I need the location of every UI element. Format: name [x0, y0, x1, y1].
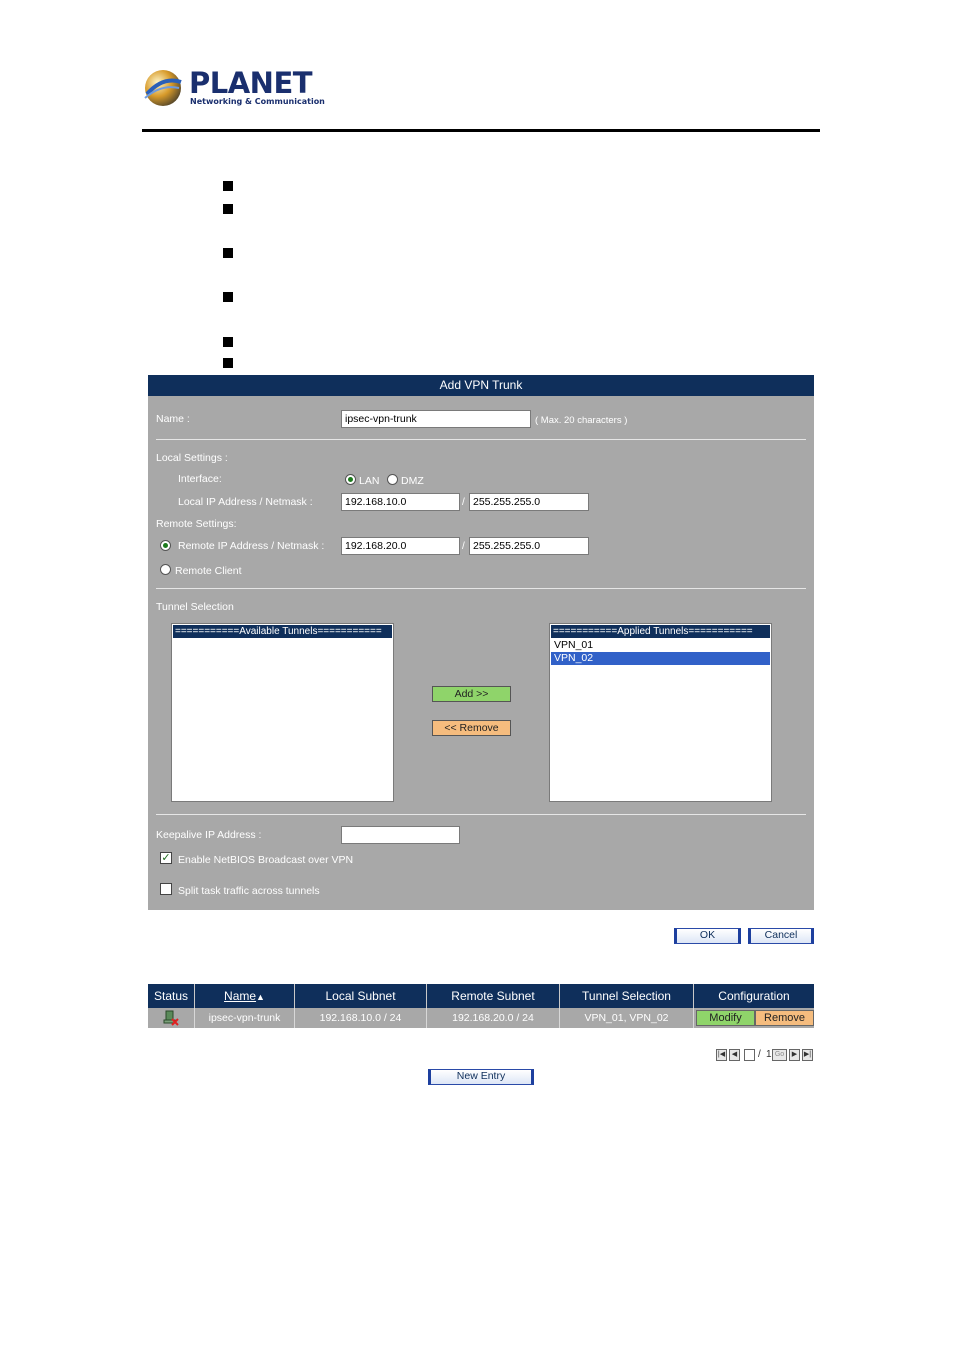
globe-icon: [144, 70, 182, 106]
netbios-checkbox[interactable]: ✓: [160, 852, 172, 864]
remote-client-label: Remote Client: [175, 565, 242, 577]
remote-client-radio[interactable]: [160, 564, 171, 575]
available-tunnels-header: ===========Available Tunnels===========: [173, 625, 392, 638]
bullet-icon: [223, 358, 233, 368]
slash: /: [462, 541, 465, 552]
prev-page-icon[interactable]: ◀: [729, 1049, 740, 1061]
name-label: Name :: [156, 413, 190, 425]
interface-label: Interface:: [178, 473, 222, 485]
remote-ip-radio[interactable]: [160, 540, 171, 551]
planet-logo: PLANET Networking & Communication: [143, 66, 325, 112]
go-button[interactable]: Go: [772, 1049, 787, 1061]
remote-ip-input[interactable]: 192.168.20.0: [341, 537, 460, 555]
table-header: Status Name▲ Local Subnet Remote Subnet …: [148, 984, 814, 1008]
split-traffic-label: Split task traffic across tunnels: [178, 885, 320, 897]
split-traffic-checkbox[interactable]: [160, 883, 172, 895]
bullet-icon: [223, 248, 233, 258]
pager-separator: /: [758, 1049, 761, 1060]
local-netmask-input[interactable]: 255.255.255.0: [469, 493, 589, 511]
brand-tagline: Networking & Communication: [190, 97, 325, 106]
row-tunnel-selection: VPN_01, VPN_02: [560, 1008, 694, 1028]
col-tunnel-selection: Tunnel Selection: [560, 984, 694, 1008]
add-tunnel-button[interactable]: Add >>: [432, 686, 511, 702]
brand-name: PLANET: [189, 66, 313, 100]
modify-button[interactable]: Modify: [696, 1010, 755, 1026]
last-page-icon[interactable]: ▶|: [802, 1049, 813, 1061]
divider: [156, 439, 806, 440]
list-item[interactable]: VPN_02: [551, 652, 770, 665]
header-rule: [142, 129, 820, 132]
interface-dmz-radio[interactable]: [387, 474, 398, 485]
row-local-subnet: 192.168.10.0 / 24: [295, 1008, 427, 1028]
new-entry-button[interactable]: New Entry: [428, 1069, 534, 1085]
divider: [156, 588, 806, 589]
col-name-label[interactable]: Name: [224, 989, 256, 1003]
bullet-icon: [223, 337, 233, 347]
remote-netmask-input[interactable]: 255.255.255.0: [469, 537, 589, 555]
name-hint: ( Max. 20 characters ): [535, 415, 628, 426]
row-remote-subnet: 192.168.20.0 / 24: [427, 1008, 560, 1028]
col-remote-subnet: Remote Subnet: [427, 984, 560, 1008]
remove-tunnel-button[interactable]: << Remove: [432, 720, 511, 736]
local-settings-label: Local Settings :: [156, 452, 228, 464]
cancel-button[interactable]: Cancel: [748, 928, 814, 944]
col-name[interactable]: Name▲: [195, 984, 295, 1008]
col-configuration: Configuration: [718, 989, 790, 1003]
interface-lan-label: LAN: [359, 475, 380, 487]
ok-button[interactable]: OK: [674, 928, 741, 944]
bullet-icon: [223, 292, 233, 302]
list-item[interactable]: VPN_01: [551, 639, 770, 652]
name-input[interactable]: ipsec-vpn-trunk: [341, 410, 531, 428]
bullet-icon: [223, 204, 233, 214]
keepalive-input[interactable]: [341, 826, 460, 844]
pager-total: 1: [766, 1049, 772, 1060]
remote-ip-label: Remote IP Address / Netmask :: [178, 540, 325, 552]
remove-button[interactable]: Remove: [755, 1010, 814, 1026]
tunnel-selection-label: Tunnel Selection: [156, 601, 234, 613]
row-name: ipsec-vpn-trunk: [195, 1008, 295, 1028]
col-status: Status: [148, 984, 195, 1008]
add-vpn-trunk-panel: Add VPN Trunk Name : ipsec-vpn-trunk ( M…: [148, 375, 814, 910]
pager: |◀ ◀ / 1 Go ▶ ▶|: [716, 1049, 814, 1063]
bullet-icon: [223, 181, 233, 191]
interface-lan-radio[interactable]: [345, 474, 356, 485]
local-ip-input[interactable]: 192.168.10.0: [341, 493, 460, 511]
disconnected-status-icon: [163, 1010, 179, 1026]
applied-tunnels-header: ===========Applied Tunnels===========: [551, 625, 770, 638]
page-number-input[interactable]: [744, 1049, 755, 1061]
sort-ascending-icon[interactable]: ▲: [256, 992, 265, 1002]
next-page-icon[interactable]: ▶: [789, 1049, 800, 1061]
first-page-icon[interactable]: |◀: [716, 1049, 727, 1061]
remote-settings-label: Remote Settings:: [156, 518, 237, 530]
slash: /: [462, 497, 465, 508]
status-cell: [148, 1008, 195, 1028]
keepalive-label: Keepalive IP Address :: [156, 829, 262, 841]
applied-tunnels-list[interactable]: ===========Applied Tunnels=========== VP…: [549, 623, 772, 802]
panel-title: Add VPN Trunk: [148, 375, 814, 396]
netbios-label: Enable NetBIOS Broadcast over VPN: [178, 854, 354, 866]
interface-dmz-label: DMZ: [401, 475, 424, 487]
local-ip-label: Local IP Address / Netmask :: [178, 496, 313, 508]
col-local-subnet: Local Subnet: [295, 984, 427, 1008]
available-tunnels-list[interactable]: ===========Available Tunnels===========: [171, 623, 394, 802]
divider: [156, 814, 806, 815]
